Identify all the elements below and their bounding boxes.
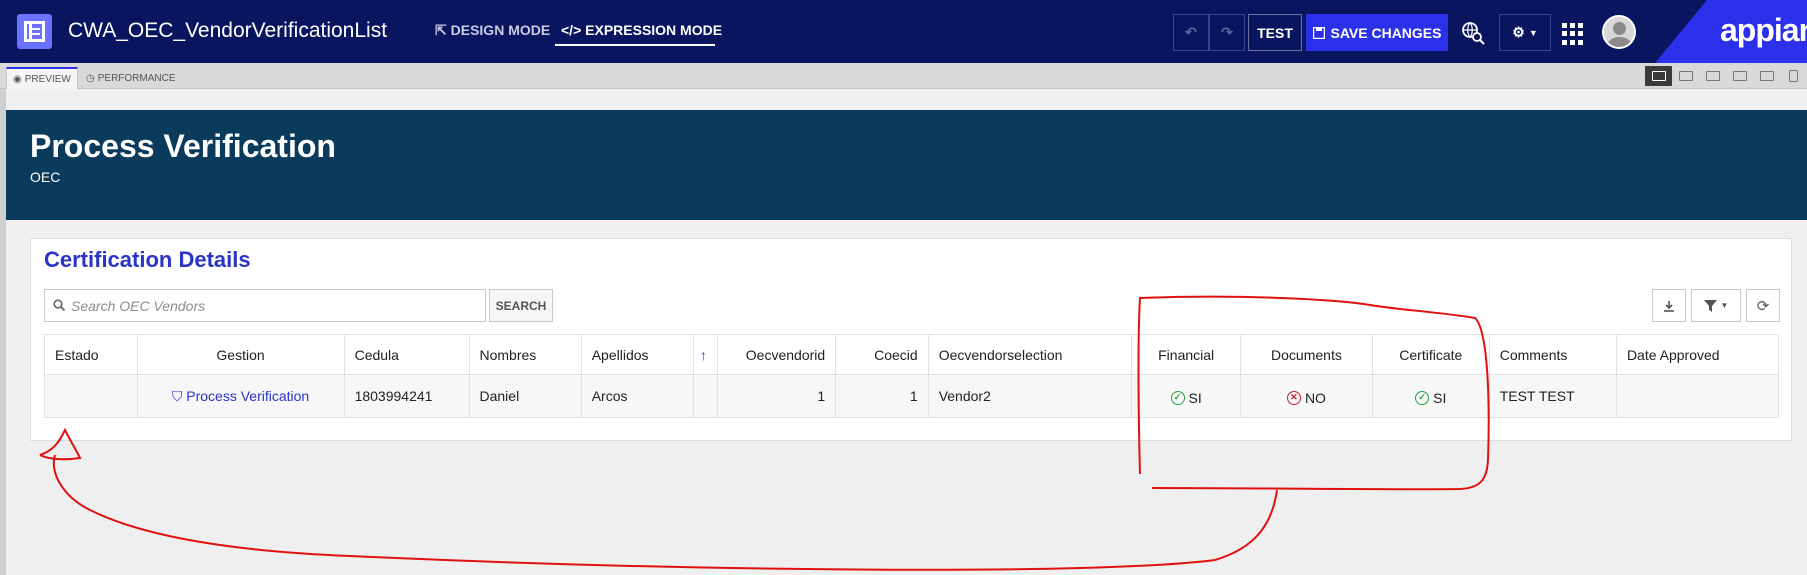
search-field[interactable]	[44, 289, 486, 322]
settings-button[interactable]: ⚙ ▼	[1499, 14, 1551, 51]
tab-preview[interactable]: ◉ PREVIEW	[6, 67, 78, 89]
cell-oecvendorselection: Vendor2	[928, 374, 1133, 418]
column-header[interactable]: Gestion	[137, 334, 345, 375]
redo-icon: ↷	[1221, 24, 1233, 40]
column-header[interactable]: Estado	[44, 334, 138, 375]
column-header[interactable]: Comments	[1489, 334, 1617, 375]
check-circle-icon: ✓	[1170, 390, 1185, 405]
cell-financial: ✓ SI	[1131, 374, 1242, 418]
search-input[interactable]	[71, 290, 481, 321]
cell-nombres: Daniel	[469, 374, 582, 418]
app-title: CWA_OEC_VendorVerificationList	[68, 19, 388, 42]
cell-apellidos: Arcos	[581, 374, 694, 418]
header-banner: Process Verification OEC	[6, 110, 1807, 220]
column-header[interactable]: Cedula	[344, 334, 470, 375]
cell-documents: ✕ NO	[1240, 374, 1373, 418]
tablet-landscape-icon[interactable]	[1753, 66, 1780, 86]
cell-cedula: 1803994241	[344, 374, 470, 418]
code-icon: </>	[561, 22, 586, 38]
desktop-wide-icon[interactable]	[1672, 66, 1699, 86]
device-preview-selector	[1645, 66, 1807, 86]
desktop-icon[interactable]	[1699, 66, 1726, 86]
download-icon	[1664, 300, 1674, 312]
filter-button[interactable]: ▼	[1691, 289, 1741, 322]
fit-width-icon[interactable]	[1645, 66, 1672, 86]
cell-certificate: ✓ SI	[1372, 374, 1490, 418]
save-changes-button[interactable]: SAVE CHANGES	[1306, 14, 1448, 51]
table-row: ⛉ Process Verification 1803994241 Daniel…	[44, 374, 1780, 418]
laptop-icon[interactable]	[1726, 66, 1753, 86]
x-circle-icon: ✕	[1286, 390, 1301, 405]
test-button[interactable]: TEST	[1248, 14, 1302, 51]
column-header[interactable]: Financial	[1131, 334, 1242, 375]
tablet-portrait-icon[interactable]	[1780, 66, 1807, 86]
table-header-row: Estado Gestion Cedula Nombres Apellidos …	[44, 334, 1780, 375]
save-icon	[1312, 26, 1325, 39]
page-subtitle: OEC	[30, 169, 61, 185]
certification-details-card: Certification Details SEARCH ▼ ⟳ Estado …	[30, 238, 1792, 441]
cell-date-approved	[1616, 374, 1780, 418]
sort-ascending-icon[interactable]: ↑	[693, 334, 719, 375]
vendor-grid: Estado Gestion Cedula Nombres Apellidos …	[44, 334, 1780, 418]
undo-button[interactable]: ↶	[1173, 14, 1209, 51]
cell-coecid: 1	[835, 374, 929, 418]
column-header[interactable]: Oecvendorid	[717, 334, 837, 375]
app-grid-icon[interactable]	[1562, 23, 1584, 45]
annotation-arrow-line	[52, 454, 1278, 571]
section-title: Certification Details	[44, 247, 251, 272]
globe-search-icon[interactable]	[1460, 20, 1486, 46]
preview-tabs-bar: ◉ PREVIEW ◷ PERFORMANCE	[0, 63, 1807, 89]
shield-icon: ⛉	[171, 387, 183, 404]
search-icon	[53, 299, 65, 311]
filter-icon	[1703, 299, 1717, 312]
tab-performance[interactable]: ◷ PERFORMANCE	[80, 67, 182, 89]
cell-sort	[693, 374, 719, 418]
expression-mode-tab[interactable]: </> EXPRESSION MODE	[561, 22, 722, 38]
column-header[interactable]: Certificate	[1372, 334, 1490, 375]
refresh-icon: ⟳	[1756, 297, 1770, 315]
process-verification-link[interactable]: ⛉ Process Verification	[172, 388, 309, 404]
column-header[interactable]: Oecvendorselection	[928, 334, 1133, 375]
column-header[interactable]: Documents	[1240, 334, 1373, 375]
search-button[interactable]: SEARCH	[489, 289, 553, 322]
avatar[interactable]	[1602, 15, 1636, 49]
column-header[interactable]: Date Approved	[1616, 334, 1780, 375]
refresh-button[interactable]: ⟳	[1746, 289, 1780, 322]
active-tab-underline	[555, 44, 715, 46]
cell-gestion: ⛉ Process Verification	[137, 374, 345, 418]
cursor-icon: ⇱	[435, 22, 451, 38]
column-header[interactable]: Nombres	[469, 334, 582, 375]
design-mode-tab[interactable]: ⇱ DESIGN MODE	[435, 22, 550, 39]
appian-logo: appian	[1720, 12, 1807, 48]
cell-comments: TEST TEST	[1489, 374, 1617, 418]
chevron-down-icon: ▼	[1720, 301, 1729, 310]
column-header[interactable]: Apellidos	[581, 334, 694, 375]
chevron-down-icon: ▼	[1528, 27, 1538, 38]
check-circle-icon: ✓	[1415, 390, 1430, 405]
interface-icon	[17, 14, 52, 49]
export-button[interactable]	[1652, 289, 1686, 322]
page-title: Process Verification	[30, 128, 336, 164]
eye-icon: ◉	[13, 73, 22, 85]
undo-icon: ↶	[1185, 24, 1197, 40]
top-bar: CWA_OEC_VendorVerificationList ⇱ DESIGN …	[0, 0, 1807, 63]
cell-oecvendorid: 1	[717, 374, 837, 418]
cell-estado	[44, 374, 138, 418]
redo-button[interactable]: ↷	[1209, 14, 1245, 51]
clock-icon: ◷	[86, 72, 95, 84]
column-header[interactable]: Coecid	[835, 334, 929, 375]
gear-icon: ⚙	[1512, 24, 1525, 40]
